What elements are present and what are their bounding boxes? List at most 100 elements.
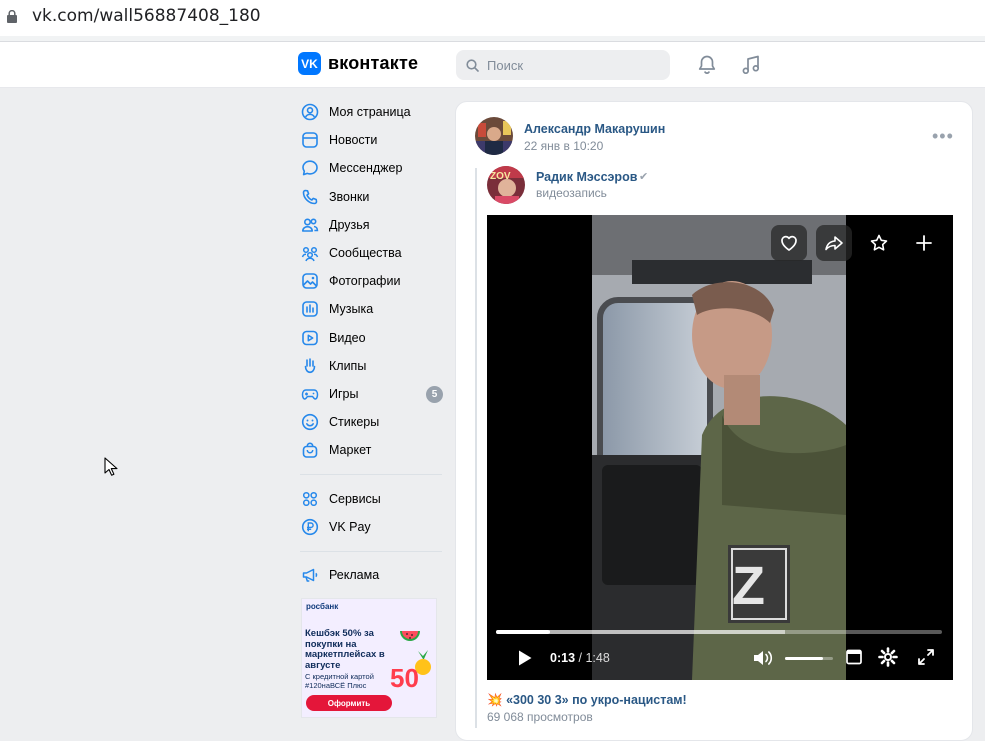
message-icon <box>300 158 320 178</box>
sidebar-item-services[interactable]: Сервисы <box>300 484 445 512</box>
video-add-button[interactable] <box>906 225 942 261</box>
sidebar-item-photos[interactable]: Фотографии <box>300 267 445 295</box>
mouse-cursor-icon <box>104 457 118 476</box>
plus-icon <box>916 235 932 251</box>
sidebar-item-stickers[interactable]: Стикеры <box>300 408 445 436</box>
post-date[interactable]: 22 янв в 10:20 <box>524 139 603 153</box>
video-views: 69 068 просмотров <box>487 710 593 724</box>
video-like-button[interactable] <box>771 225 807 261</box>
sidebar-item-friends[interactable]: Друзья <box>300 211 445 239</box>
photo-icon <box>300 271 320 291</box>
sidebar-item-vk-pay[interactable]: VK Pay <box>300 513 445 541</box>
sidebar-item-calls[interactable]: Звонки <box>300 183 445 211</box>
video-title[interactable]: 💥 «300 30 3» по укро-нацистам! <box>487 693 687 708</box>
clips-icon <box>300 356 320 376</box>
volume-icon[interactable] <box>752 649 774 667</box>
repost-author[interactable]: Радик Мэссэров <box>536 170 637 184</box>
browser-address-bar[interactable]: vk.com/wall56887408_180 <box>0 0 985 36</box>
sidebar-item-label: Сообщества <box>329 246 402 261</box>
video-player[interactable]: Z 0:13 / 1:48 <box>487 215 953 680</box>
video-controls: 0:13 / 1:48 <box>487 643 953 673</box>
megaphone-icon <box>300 565 320 585</box>
video-buffered <box>549 630 785 634</box>
vkpay-icon <box>300 517 320 537</box>
ad-big-number: 50 <box>390 663 419 693</box>
ad-cta-button[interactable]: Оформить <box>306 695 392 711</box>
sidebar-item-video[interactable]: Видео <box>300 324 445 352</box>
sidebar-item-label: Звонки <box>329 189 370 204</box>
volume-slider[interactable] <box>785 657 833 660</box>
bell-icon[interactable] <box>695 53 719 77</box>
sidebar-item-games[interactable]: Игры 5 <box>300 380 445 408</box>
sidebar-item-label: Новости <box>329 133 378 148</box>
video-progress-fill <box>496 630 550 634</box>
ad-brand: росбанк <box>306 602 339 611</box>
post-more-menu[interactable]: ••• <box>932 126 954 147</box>
sidebar-item-label: Стикеры <box>329 415 380 430</box>
sidebar-item-my-page[interactable]: Моя страница <box>300 98 445 126</box>
repost-subtitle: видеозапись <box>536 186 607 200</box>
communities-icon <box>300 243 320 263</box>
sidebar-divider <box>300 550 442 552</box>
sidebar-item-label: Мессенджер <box>329 161 403 176</box>
sidebar-item-clips[interactable]: Клипы <box>300 352 445 380</box>
video-patch-letter: Z <box>732 556 765 616</box>
news-icon <box>300 130 320 150</box>
sidebar-item-label: Фотографии <box>329 274 401 289</box>
sidebar-item-label: Реклама <box>329 567 380 582</box>
post-author[interactable]: Александр Макарушин <box>524 122 665 136</box>
sidebar-item-label: Сервисы <box>329 491 381 506</box>
repost-author-avatar[interactable]: ZOV <box>487 166 525 204</box>
sidebar-item-messenger[interactable]: Мессенджер <box>300 154 445 182</box>
verified-check-icon: ✔ <box>639 171 649 183</box>
sidebar-item-label: Музыка <box>329 302 374 317</box>
sidebar-item-label: Маркет <box>329 443 372 458</box>
video-current-time: 0:13 <box>550 651 576 665</box>
sidebar-item-music[interactable]: Музыка <box>300 295 445 323</box>
play-icon[interactable] <box>517 649 533 667</box>
repost-bar <box>475 168 477 728</box>
watermelon-icon <box>400 631 420 641</box>
sidebar-item-market[interactable]: Маркет <box>300 436 445 464</box>
heart-icon <box>781 235 797 251</box>
volume-level <box>785 657 824 660</box>
sidebar-item-news[interactable]: Новости <box>300 126 445 154</box>
sidebar-item-ads[interactable]: Реклама <box>300 561 445 589</box>
video-icon <box>300 328 320 348</box>
vk-logo-text: вконтакте <box>328 53 419 73</box>
url-text[interactable]: vk.com/wall56887408_180 <box>32 6 261 26</box>
wall-post: Александр Макарушин 22 янв в 10:20 ••• Z… <box>455 101 973 741</box>
left-sidebar: Моя страница Новости Мессенджер Звонки Д… <box>300 98 445 589</box>
vk-header: VK вконтакте Поиск <box>0 42 985 88</box>
explosion-emoji-icon: 💥 <box>487 693 503 707</box>
vk-logo[interactable]: VK вконтакте <box>298 52 418 75</box>
settings-gear-icon[interactable] <box>878 647 898 667</box>
music-note-icon[interactable] <box>739 53 763 77</box>
sidebar-item-label: Видео <box>329 330 366 345</box>
video-total-time: 1:48 <box>585 651 610 665</box>
video-progress-bar[interactable] <box>496 630 942 634</box>
fullscreen-icon[interactable] <box>917 648 935 666</box>
music-icon <box>300 299 320 319</box>
search-icon <box>466 58 479 72</box>
services-icon <box>300 489 320 509</box>
search-input[interactable]: Поиск <box>456 50 670 80</box>
video-time-separator: / <box>575 651 586 665</box>
video-bookmark-button[interactable] <box>861 225 897 261</box>
sidebar-item-label: Клипы <box>329 358 367 373</box>
sidebar-item-label: Моя страница <box>329 105 411 120</box>
ad-subtext: С кредитной картой #120наВСЁ Плюс <box>305 672 374 690</box>
video-time: 0:13 / 1:48 <box>550 651 610 665</box>
sidebar-divider <box>300 474 442 476</box>
sidebar-ad-banner[interactable]: росбанк Кешбэк 50% за покупки на маркетп… <box>301 598 437 718</box>
sidebar-item-communities[interactable]: Сообщества <box>300 239 445 267</box>
lock-icon <box>7 10 17 23</box>
miniplayer-icon[interactable] <box>846 649 862 665</box>
video-share-button[interactable] <box>816 225 852 261</box>
bag-icon <box>300 440 320 460</box>
user-circle-icon <box>300 102 320 122</box>
vk-logo-mark: VK <box>298 52 321 75</box>
video-frame <box>592 215 846 680</box>
games-count-badge: 5 <box>426 385 443 403</box>
author-avatar[interactable] <box>475 117 513 155</box>
